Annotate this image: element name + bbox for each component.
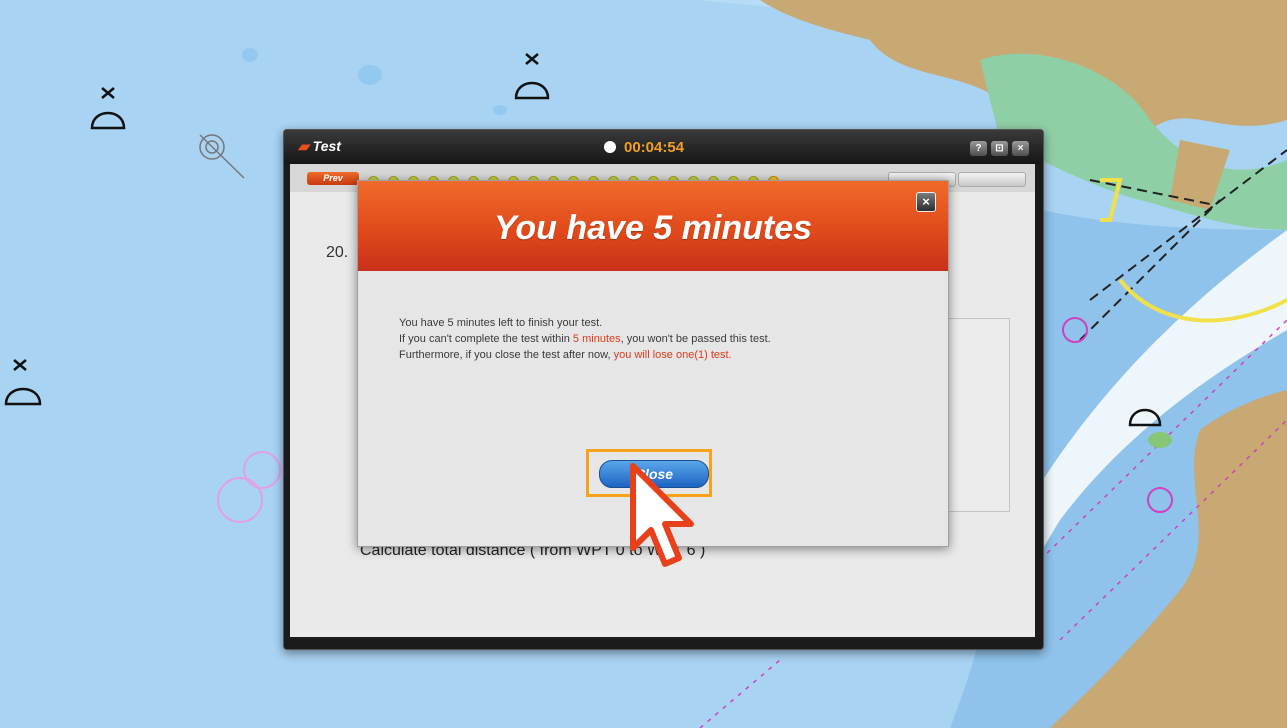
window-title-label: Test xyxy=(312,138,341,154)
message-line-2-highlight: 5 minutes xyxy=(572,333,621,345)
message-line-2: If you can't complete the test within 5 … xyxy=(399,331,771,347)
timer-value: 00:04:54 xyxy=(624,139,685,156)
dialog-close-button[interactable]: × xyxy=(916,192,936,212)
clock-icon xyxy=(604,141,616,153)
message-line-1: You have 5 minutes left to finish your t… xyxy=(399,317,603,329)
submit-button[interactable] xyxy=(958,172,1026,187)
window-controls: ? ⊡ × xyxy=(966,138,1029,156)
message-line-3-pre: Furthermore, if you close the test after… xyxy=(399,349,614,361)
dialog-message: You have 5 minutes left to finish your t… xyxy=(399,315,771,363)
mouse-pointer-icon xyxy=(630,463,694,567)
dialog-title: You have 5 minutes xyxy=(493,209,813,247)
message-line-3-highlight: you will lose one(1) test. xyxy=(613,349,732,361)
message-line-2-post: , you won't be passed this test. xyxy=(620,333,771,345)
dialog-header: You have 5 minutes × xyxy=(358,181,948,271)
restore-button[interactable]: ⊡ xyxy=(991,141,1008,156)
window-title: ▰ Test xyxy=(298,138,341,155)
message-line-3: Furthermore, if you close the test after… xyxy=(399,347,771,363)
help-button[interactable]: ? xyxy=(970,141,987,156)
countdown-timer: 00:04:54 xyxy=(604,139,684,156)
prev-button[interactable]: Prev xyxy=(307,172,359,185)
title-accent-icon: ▰ xyxy=(298,138,309,154)
message-line-2-pre: If you can't complete the test within xyxy=(399,333,573,345)
window-close-button[interactable]: × xyxy=(1012,141,1029,156)
question-number: 20. xyxy=(326,244,349,261)
title-bar: ▰ Test 00:04:54 ? ⊡ × xyxy=(284,130,1043,164)
